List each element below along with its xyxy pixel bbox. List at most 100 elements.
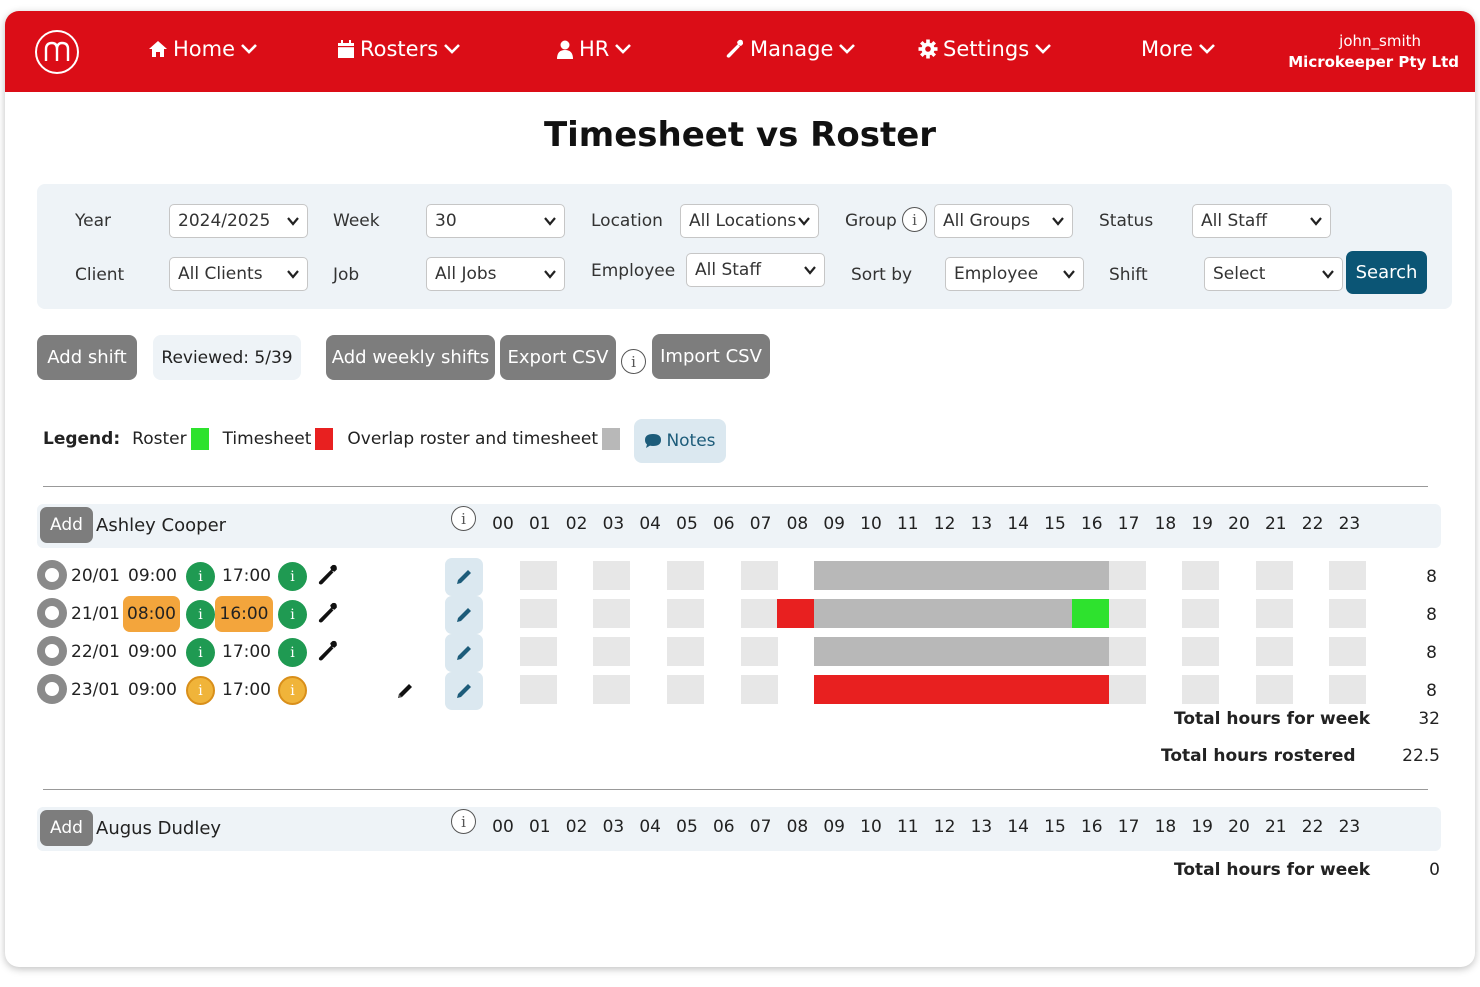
notes-button[interactable]: Notes xyxy=(634,419,726,463)
shift-start-time[interactable]: 09:00 xyxy=(128,680,177,700)
hour-label: 23 xyxy=(1338,817,1361,837)
pencil-icon[interactable] xyxy=(395,681,415,705)
wrench-icon[interactable] xyxy=(317,564,339,590)
import-csv-button[interactable]: Import CSV xyxy=(652,334,770,379)
status-info-icon[interactable]: i xyxy=(278,600,307,629)
add-shift-employee-button[interactable]: Add xyxy=(40,507,93,543)
total-week-label: Total hours for week xyxy=(1174,860,1370,880)
year-value: 2024/2025 xyxy=(178,211,271,231)
nav-hr[interactable]: HR xyxy=(556,37,632,61)
hour-label: 03 xyxy=(602,817,625,837)
hour-label: 15 xyxy=(1044,514,1066,534)
nav-manage[interactable]: Manage xyxy=(725,37,856,61)
status-info-icon[interactable]: i xyxy=(278,562,307,591)
hour-cell xyxy=(519,561,557,590)
group-label: Group xyxy=(845,211,897,231)
chevron-down-icon xyxy=(1310,217,1322,226)
edit-shift-button[interactable] xyxy=(445,596,483,634)
status-info-icon[interactable]: i xyxy=(186,676,215,705)
chevron-down-icon xyxy=(287,270,299,279)
hour-cell xyxy=(1108,675,1146,704)
year-select[interactable]: 2024/2025 xyxy=(169,204,308,238)
shift-start-time[interactable]: 09:00 xyxy=(128,642,177,662)
hour-label: 06 xyxy=(712,817,735,837)
nav-more[interactable]: More xyxy=(1141,37,1216,61)
nav-rosters[interactable]: Rosters xyxy=(337,37,461,61)
add-shift-button[interactable]: Add shift xyxy=(37,335,137,380)
hour-cell xyxy=(1182,599,1220,628)
job-value: All Jobs xyxy=(435,264,497,284)
shift-end-time[interactable]: 16:00 xyxy=(215,596,273,632)
shift-select[interactable]: Select xyxy=(1204,257,1343,291)
location-select[interactable]: All Locations xyxy=(680,204,819,238)
group-info-icon[interactable]: i xyxy=(902,207,927,232)
logo[interactable] xyxy=(35,30,79,74)
hour-cell xyxy=(1329,637,1367,666)
top-navigation: Home Rosters HR Manage Settings More joh… xyxy=(5,11,1475,92)
shift-total-hours: 8 xyxy=(1426,643,1437,663)
shift-total-hours: 8 xyxy=(1426,567,1437,587)
hour-label: 05 xyxy=(676,817,698,837)
hour-label: 01 xyxy=(528,817,551,837)
nav-settings[interactable]: Settings xyxy=(918,37,1052,61)
status-select[interactable]: All Staff xyxy=(1192,204,1331,238)
shift-start-time[interactable]: 09:00 xyxy=(128,566,177,586)
shift-end-time[interactable]: 17:00 xyxy=(222,566,271,586)
shift-row: 23/01 09:00 i 17:00 i 8 xyxy=(37,672,1441,710)
search-button[interactable]: Search xyxy=(1346,251,1427,294)
edit-shift-button[interactable] xyxy=(445,558,483,596)
job-select[interactable]: All Jobs xyxy=(426,257,565,291)
wrench-icon[interactable] xyxy=(317,602,339,628)
status-info-icon[interactable]: i xyxy=(278,638,307,667)
shift-end-time[interactable]: 17:00 xyxy=(222,642,271,662)
select-radio[interactable] xyxy=(37,674,67,704)
user-account[interactable]: john_smith Microkeeper Pty Ltd xyxy=(1288,31,1459,73)
nav-more-label: More xyxy=(1141,37,1194,61)
chevron-down-icon xyxy=(444,44,461,54)
overlap-bar xyxy=(814,561,1109,590)
hours-info-icon[interactable]: i xyxy=(451,809,476,834)
hour-cell xyxy=(593,675,631,704)
hour-label: 19 xyxy=(1191,817,1213,837)
shift-value: Select xyxy=(1213,264,1266,284)
week-select[interactable]: 30 xyxy=(426,204,565,238)
hour-cell xyxy=(1255,599,1293,628)
legend-overlap-swatch xyxy=(602,428,621,450)
shift-end-time[interactable]: 17:00 xyxy=(222,680,271,700)
hour-label: 09 xyxy=(823,817,845,837)
add-shift-employee-button[interactable]: Add xyxy=(40,810,93,846)
export-csv-button[interactable]: Export CSV xyxy=(500,335,616,380)
hour-label: 16 xyxy=(1080,514,1103,534)
total-rostered-value: 22.5 xyxy=(1402,746,1440,766)
export-info-icon[interactable]: i xyxy=(621,349,646,374)
status-info-icon[interactable]: i xyxy=(186,600,215,629)
employee-select[interactable]: All Staff xyxy=(686,253,825,287)
sortby-select[interactable]: Employee xyxy=(945,257,1084,291)
legend-timesheet-label: Timesheet xyxy=(222,429,312,449)
select-radio[interactable] xyxy=(37,636,67,666)
legend-roster-label: Roster xyxy=(132,429,187,449)
hour-cell xyxy=(667,675,704,704)
select-radio[interactable] xyxy=(37,560,67,590)
shift-start-time[interactable]: 08:00 xyxy=(123,596,180,632)
hours-info-icon[interactable]: i xyxy=(451,506,476,531)
wrench-icon[interactable] xyxy=(317,640,339,666)
status-info-icon[interactable]: i xyxy=(186,638,215,667)
status-info-icon[interactable]: i xyxy=(278,676,307,705)
hour-label: 13 xyxy=(970,817,993,837)
client-select[interactable]: All Clients xyxy=(169,257,308,291)
group-select[interactable]: All Groups xyxy=(934,204,1073,238)
location-value: All Locations xyxy=(689,211,797,231)
select-radio[interactable] xyxy=(37,598,67,628)
edit-shift-button[interactable] xyxy=(445,634,483,672)
pencil-icon xyxy=(457,684,471,698)
hour-label: 12 xyxy=(933,514,956,534)
nav-home[interactable]: Home xyxy=(148,37,258,61)
edit-shift-button[interactable] xyxy=(445,672,483,710)
timesheet-bar xyxy=(777,599,815,628)
chevron-down-icon xyxy=(615,44,632,54)
add-weekly-shifts-button[interactable]: Add weekly shifts xyxy=(326,335,495,380)
hour-label: 01 xyxy=(528,514,551,534)
status-info-icon[interactable]: i xyxy=(186,562,215,591)
total-week-value: 32 xyxy=(1418,709,1440,729)
